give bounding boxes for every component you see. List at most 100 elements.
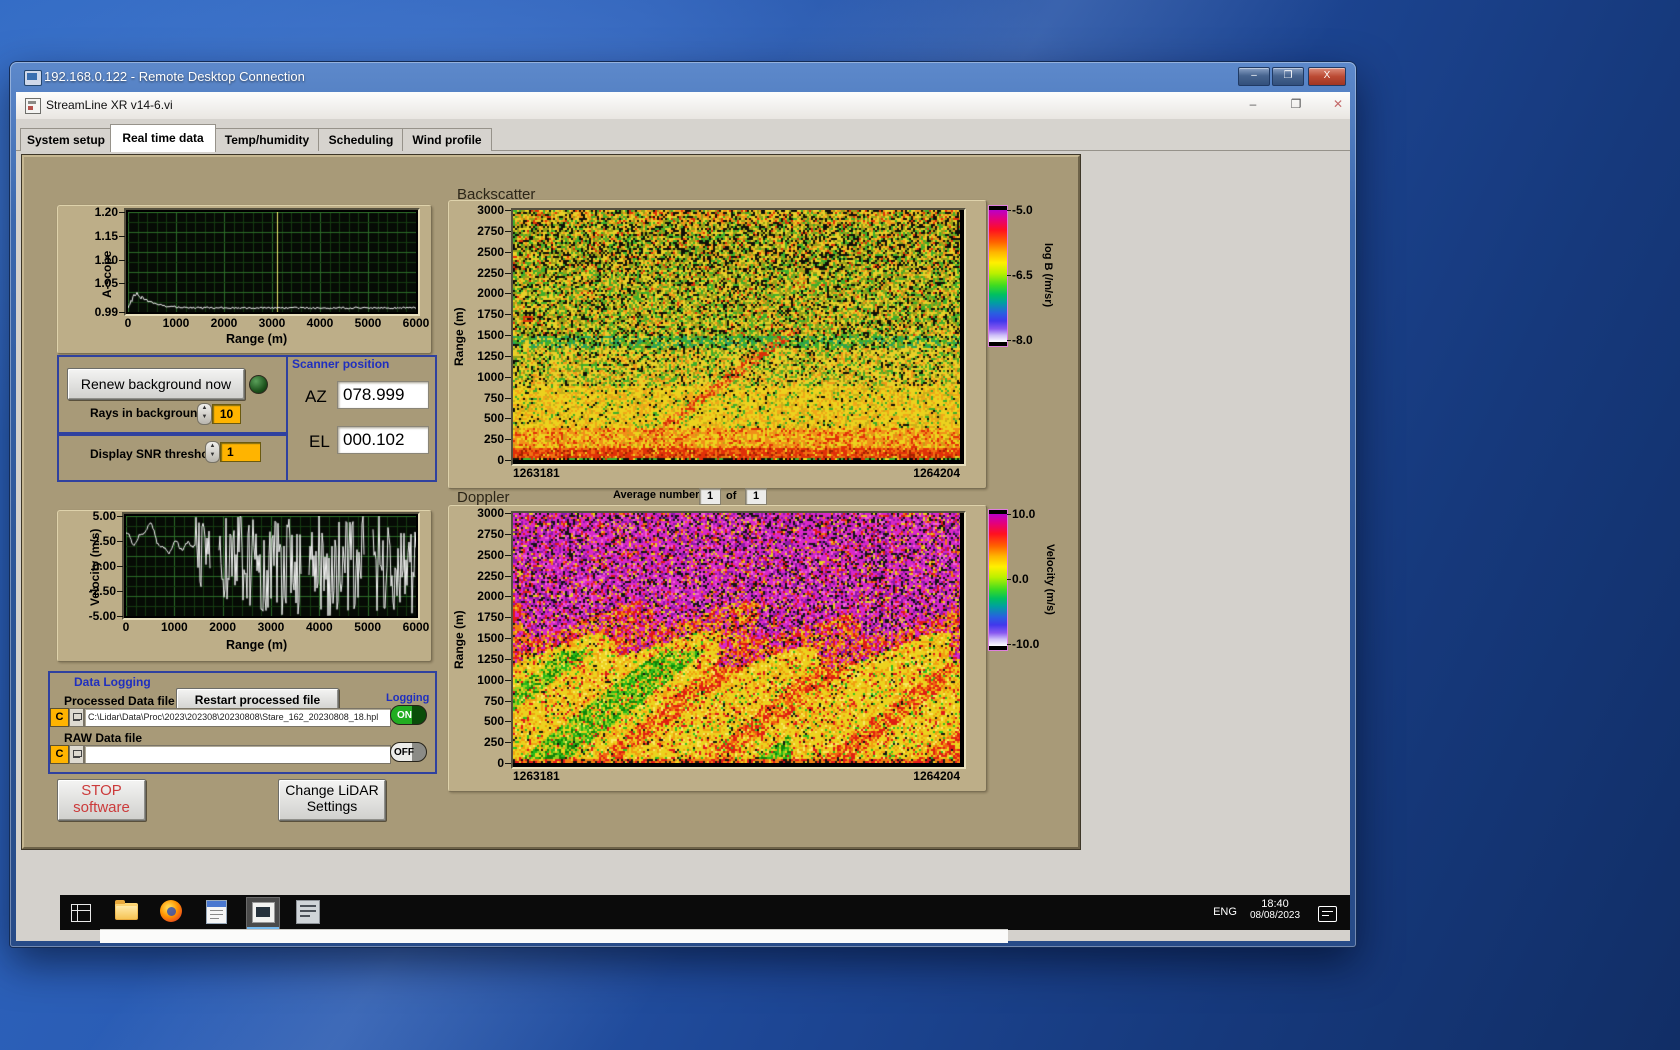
change-line2: Settings bbox=[306, 798, 358, 814]
change-lidar-settings-button[interactable]: Change LiDAR Settings bbox=[278, 779, 386, 821]
snr-spinner[interactable]: ▲ ▼ bbox=[205, 441, 220, 463]
backscatter-heatmap bbox=[513, 210, 960, 460]
axis-tick-mark bbox=[505, 355, 511, 357]
backscatter-colorbar bbox=[988, 205, 1008, 347]
tab-scheduling[interactable]: Scheduling bbox=[318, 128, 404, 151]
axis-tick-mark bbox=[117, 516, 123, 517]
axis-tick-label: 5.00 bbox=[92, 509, 116, 523]
tab-temp-humidity[interactable]: Temp/humidity bbox=[214, 128, 320, 151]
average-number-field[interactable]: 1 bbox=[699, 488, 721, 505]
doppler-time-start: 1263181 bbox=[513, 769, 560, 783]
axis-tick-mark bbox=[505, 763, 511, 764]
stop-software-button[interactable]: STOP software bbox=[57, 779, 146, 821]
raw-path-field[interactable] bbox=[84, 745, 391, 764]
tab-real-time-data[interactable]: Real time data bbox=[110, 124, 216, 152]
axis-tick-mark bbox=[505, 658, 511, 660]
colorbar-tick-label: 0.0 bbox=[1012, 572, 1029, 586]
rdp-window-title[interactable]: 192.168.0.122 - Remote Desktop Connectio… bbox=[44, 69, 744, 87]
rays-spinner[interactable]: ▲ ▼ bbox=[197, 403, 212, 425]
axis-tick-mark bbox=[119, 235, 125, 237]
folder-glyph-line bbox=[73, 757, 80, 758]
raw-logging-off-toggle[interactable]: OFF bbox=[390, 742, 427, 762]
snr-value-field[interactable]: 1 bbox=[220, 442, 261, 462]
file-explorer-icon[interactable] bbox=[115, 900, 138, 920]
axis-tick-label: 1750 bbox=[477, 307, 504, 322]
colorbar-tick-label: -8.0 bbox=[1012, 333, 1033, 347]
axis-tick-mark bbox=[505, 210, 511, 211]
colorbar-cap bbox=[989, 342, 1007, 346]
axis-tick-label: 1500 bbox=[477, 631, 504, 645]
axis-tick-mark bbox=[505, 293, 511, 295]
task-view-icon[interactable] bbox=[71, 904, 91, 922]
app-restore-button[interactable]: ❐ bbox=[1283, 97, 1309, 113]
firefox-icon[interactable] bbox=[160, 900, 182, 922]
active-app-window-icon bbox=[252, 902, 275, 923]
axis-tick-label: 0.00 bbox=[92, 559, 116, 573]
axis-tick-mark bbox=[505, 513, 511, 514]
scan-scheduler-icon[interactable] bbox=[296, 900, 320, 924]
document-app-icon[interactable] bbox=[206, 900, 227, 924]
rays-in-background-label: Rays in background bbox=[90, 406, 205, 420]
raw-browse-icon[interactable] bbox=[69, 745, 84, 764]
axis-tick-label: 2750 bbox=[477, 223, 504, 238]
app-vi-icon-detail2 bbox=[28, 106, 33, 110]
active-app-screen bbox=[256, 907, 270, 917]
tab-wind-profile[interactable]: Wind profile bbox=[402, 128, 492, 151]
backscatter-time-start: 1263181 bbox=[513, 466, 560, 480]
axis-tick-label: 6000 bbox=[402, 620, 430, 634]
axis-tick-label: 500 bbox=[483, 714, 504, 729]
axis-tick-label: 750 bbox=[483, 390, 504, 405]
app-window-titlebar[interactable] bbox=[16, 92, 1350, 120]
processed-path-field[interactable]: C:\Lidar\Data\Proc\2023\202308\20230808\… bbox=[84, 708, 391, 727]
colorbar-tick-label: -6.5 bbox=[1012, 268, 1033, 282]
average-total-field[interactable]: 1 bbox=[745, 488, 767, 505]
spin-down-icon[interactable]: ▼ bbox=[202, 414, 208, 420]
taskbar-clock[interactable]: 18:40 08/08/2023 bbox=[1242, 898, 1308, 928]
rdp-minimize-button[interactable]: – bbox=[1238, 67, 1270, 86]
change-line1: Change LiDAR bbox=[285, 782, 379, 798]
axis-tick-mark bbox=[119, 283, 125, 285]
scan-icon-line3 bbox=[300, 915, 310, 917]
spin-down-icon[interactable]: ▼ bbox=[210, 452, 216, 458]
processed-logging-on-toggle[interactable]: ON bbox=[390, 705, 427, 725]
axis-tick-mark bbox=[119, 212, 125, 213]
raw-drive-box[interactable]: C bbox=[50, 745, 69, 764]
processed-drive-box[interactable]: C bbox=[50, 708, 69, 727]
taskbar-language-indicator[interactable]: ENG bbox=[1210, 897, 1240, 928]
axis-tick-label: 0 bbox=[497, 453, 504, 467]
axis-tick-mark bbox=[505, 679, 511, 681]
doppler-heatmap bbox=[513, 513, 960, 763]
logging-label: Logging bbox=[386, 692, 430, 704]
processed-browse-icon[interactable] bbox=[69, 708, 84, 727]
rdp-close-button[interactable]: X bbox=[1308, 67, 1346, 86]
scanner-position-box bbox=[286, 355, 437, 482]
rays-value-field[interactable]: 10 bbox=[212, 404, 241, 424]
axis-tick-mark bbox=[117, 541, 123, 542]
axis-tick-label: 1.05 bbox=[94, 276, 118, 291]
axis-tick-label: 2.50 bbox=[92, 534, 116, 548]
axis-tick-label: 3000 bbox=[477, 506, 504, 520]
window-edge-strip bbox=[100, 929, 1008, 943]
spin-up-icon[interactable]: ▲ bbox=[202, 405, 208, 411]
axis-tick-label: 0 bbox=[497, 756, 504, 770]
axis-tick-mark bbox=[117, 566, 123, 567]
axis-tick-mark bbox=[505, 596, 511, 598]
doppler-colorbar bbox=[988, 509, 1008, 651]
ascope-y-axis-label: A-scope bbox=[100, 250, 114, 298]
colorbar-tick-mark bbox=[1007, 579, 1011, 580]
app-minimize-button[interactable]: – bbox=[1240, 97, 1266, 113]
notification-center-icon[interactable] bbox=[1318, 906, 1337, 922]
renew-background-button[interactable]: Renew background now bbox=[67, 368, 245, 400]
doppler-title: Doppler bbox=[457, 489, 510, 506]
axis-tick-label: 2000 bbox=[210, 316, 238, 330]
active-app-taskbar-tile[interactable] bbox=[246, 897, 280, 930]
tab-system-setup[interactable]: System setup bbox=[20, 128, 112, 151]
raw-data-file-label: RAW Data file bbox=[64, 731, 143, 745]
backscatter-time-end: 1264204 bbox=[913, 466, 960, 480]
colorbar-tick-mark bbox=[1007, 514, 1011, 515]
axis-tick-label: 1750 bbox=[477, 610, 504, 625]
app-close-button[interactable]: ✕ bbox=[1325, 97, 1351, 113]
spin-up-icon[interactable]: ▲ bbox=[210, 443, 216, 449]
axis-tick-label: 1.10 bbox=[94, 252, 118, 267]
rdp-maximize-button[interactable]: ❐ bbox=[1272, 67, 1304, 86]
